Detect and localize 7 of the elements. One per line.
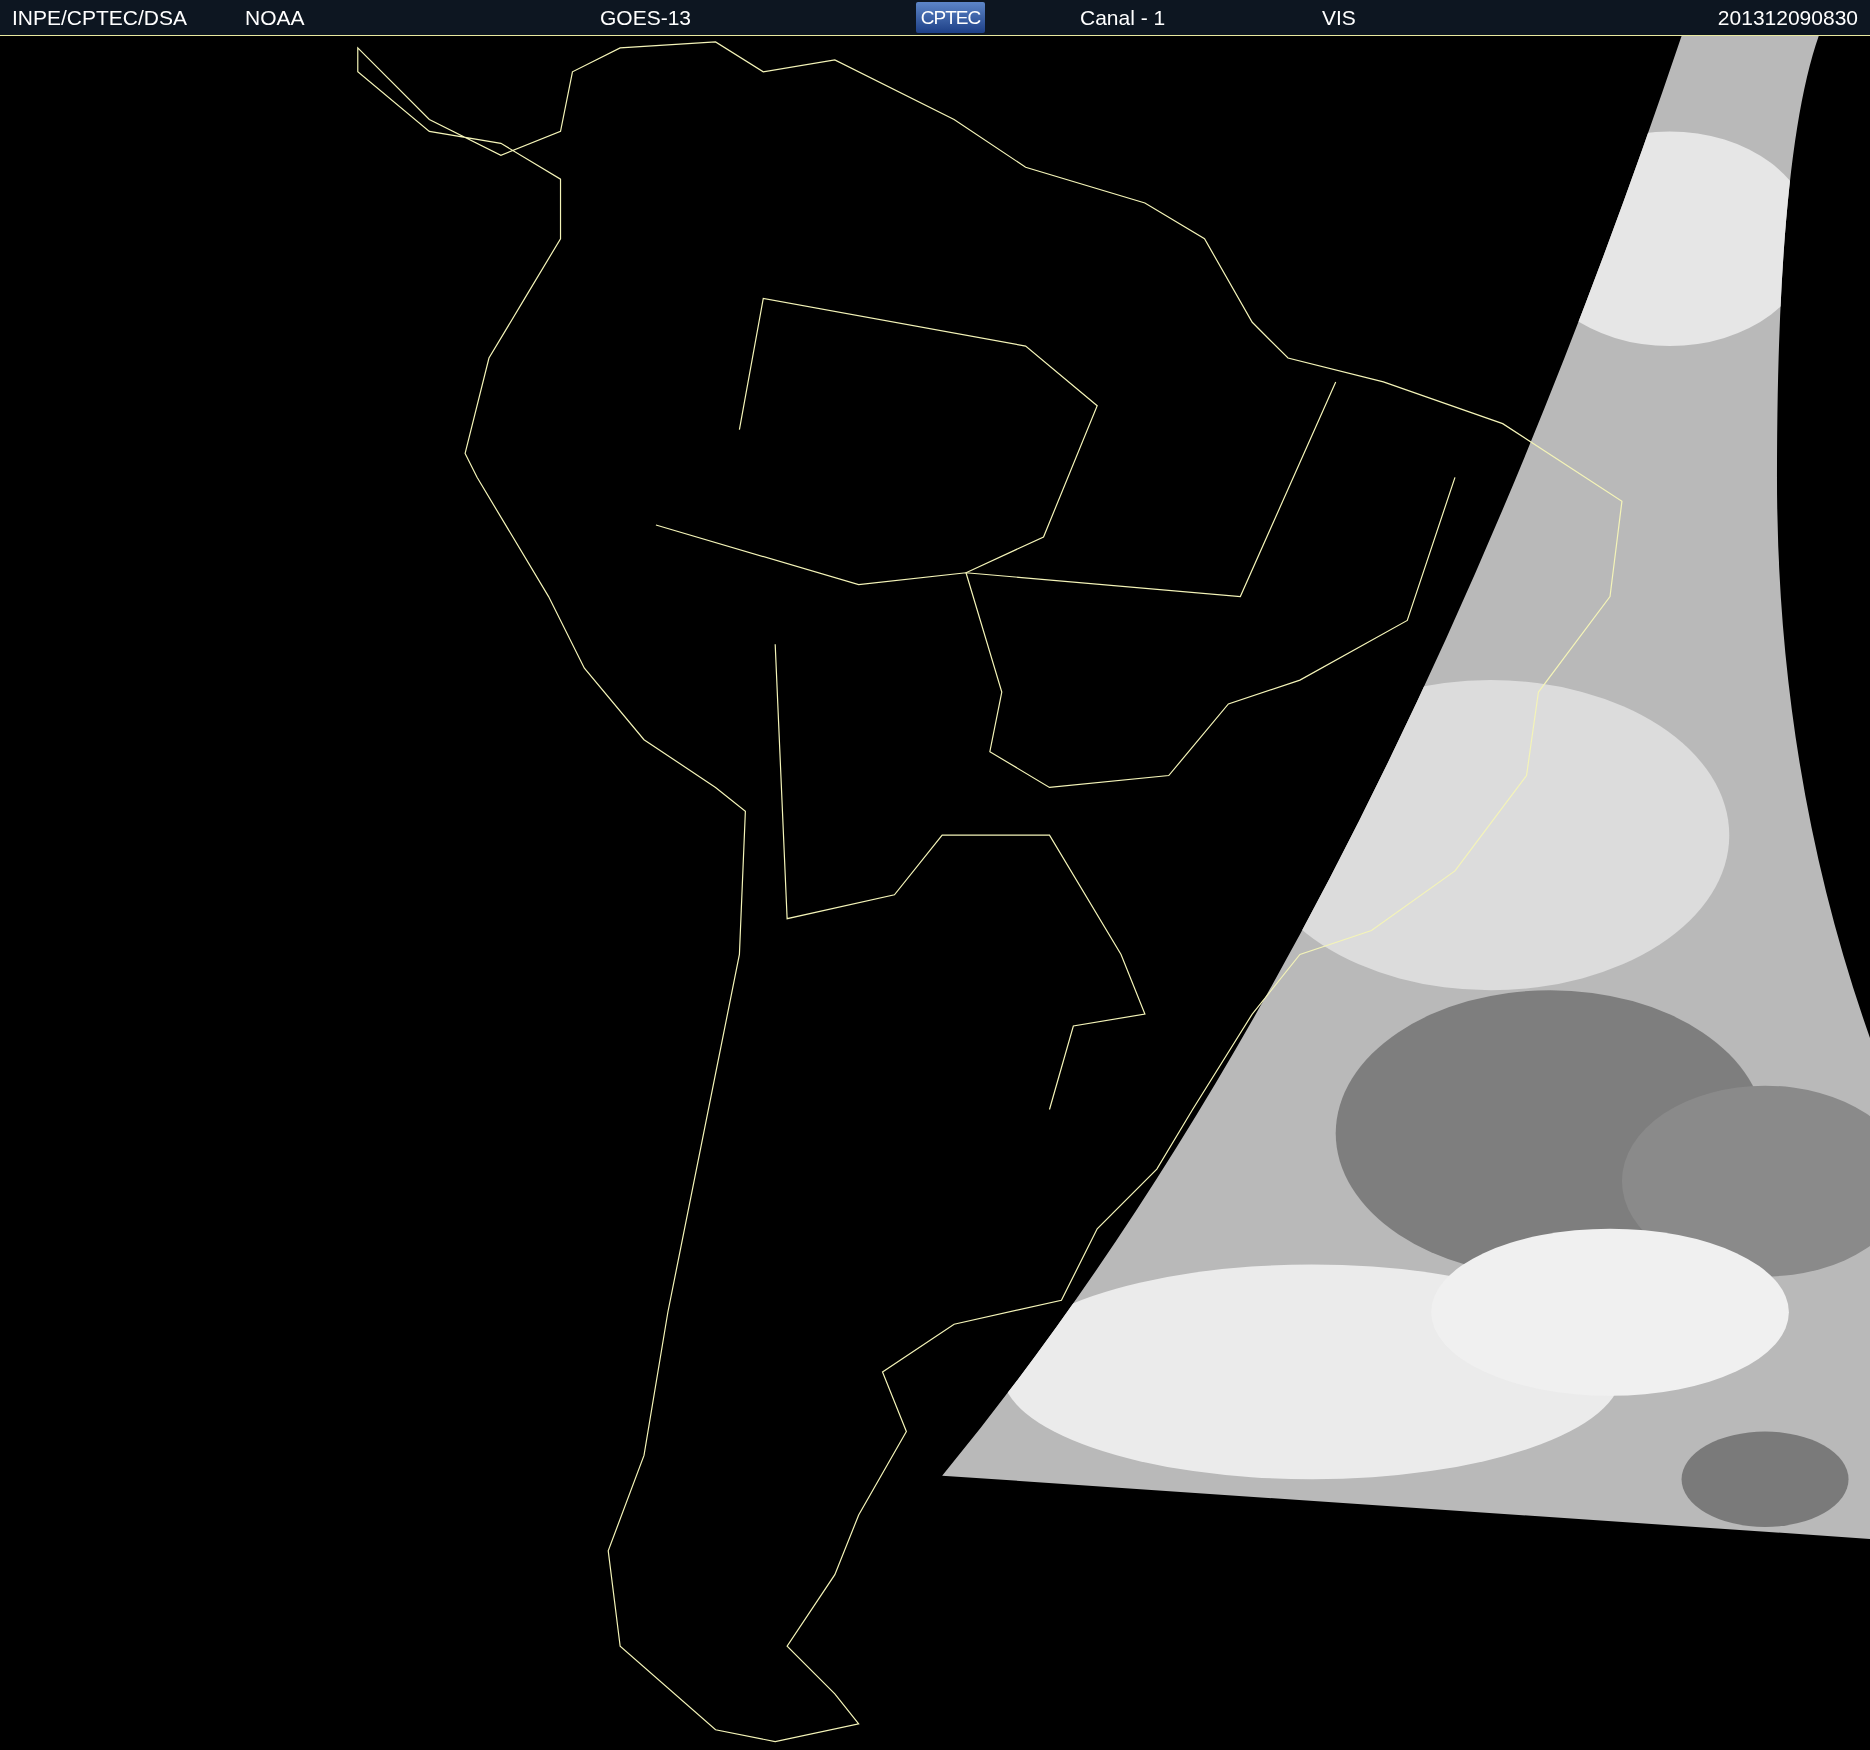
logo-badge: CPTEC (916, 2, 985, 33)
header-label: NOAA (245, 5, 306, 30)
header-label: Canal - 1 (1080, 5, 1167, 30)
header-label: VIS (1322, 5, 1357, 30)
header-label: 201312090830 (1717, 5, 1858, 30)
header-label: INPE/CPTEC/DSA (12, 5, 189, 30)
header-label: GOES-13 (600, 5, 693, 30)
